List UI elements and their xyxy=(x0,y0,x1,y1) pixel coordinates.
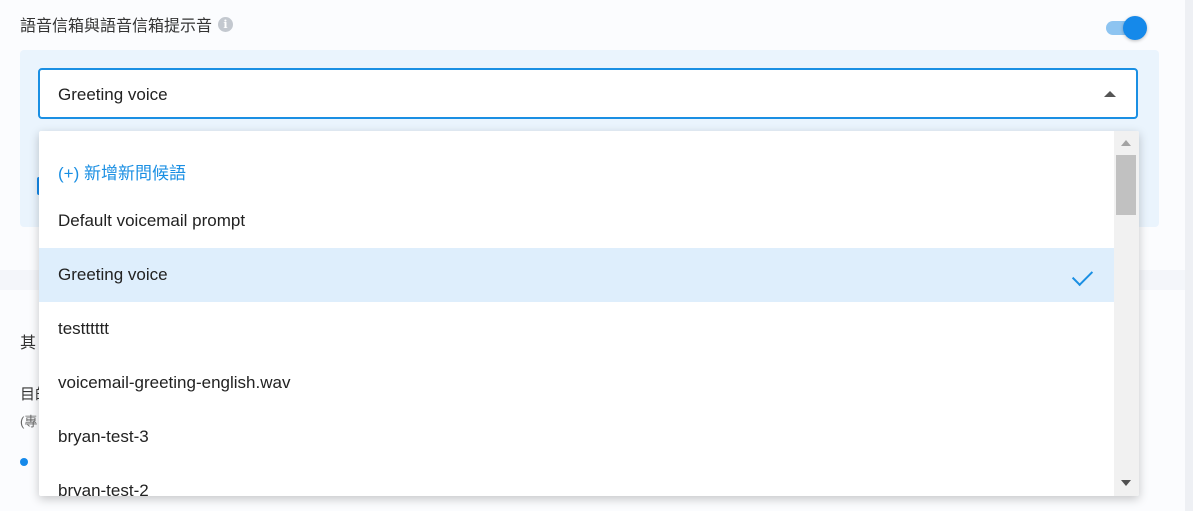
greeting-select-value: Greeting voice xyxy=(58,85,168,104)
info-icon[interactable]: i xyxy=(218,16,234,32)
dropdown-option-label: Greeting voice xyxy=(58,265,168,284)
dropdown-option-selected[interactable]: Greeting voice xyxy=(39,248,1114,302)
add-greeting-option[interactable]: (+) 新增新問候語 xyxy=(39,144,1114,198)
page-scrollbar-track[interactable] xyxy=(1185,0,1193,511)
section-title: 語音信箱與語音信箱提示音 i xyxy=(20,12,234,36)
greeting-dropdown-menu: (+) 新增新問候語 Default voicemail prompt Gree… xyxy=(39,131,1139,496)
scrollbar-thumb[interactable] xyxy=(1116,155,1136,215)
scroll-up-icon[interactable] xyxy=(1121,140,1131,146)
chevron-up-icon xyxy=(1104,91,1116,97)
dropdown-option[interactable]: voicemail-greeting-english.wav xyxy=(39,356,1114,410)
section-title-label: 語音信箱與語音信箱提示音 xyxy=(20,18,213,35)
voicemail-toggle[interactable] xyxy=(1106,16,1147,40)
target-note: (專 xyxy=(20,414,38,429)
dropdown-option[interactable]: testttttt xyxy=(39,302,1114,356)
dropdown-option[interactable]: bryan-test-3 xyxy=(39,410,1114,464)
dropdown-option[interactable]: bryan-test-2 xyxy=(39,464,1114,496)
scroll-down-icon[interactable] xyxy=(1121,480,1131,486)
dropdown-list: (+) 新增新問候語 Default voicemail prompt Gree… xyxy=(39,131,1114,496)
dropdown-option[interactable]: Default voicemail prompt xyxy=(39,194,1114,248)
radio-dot[interactable] xyxy=(20,458,28,466)
check-icon xyxy=(1071,264,1094,287)
greeting-select[interactable]: Greeting voice xyxy=(38,68,1138,119)
other-section-heading: 其 xyxy=(20,335,37,352)
toggle-knob xyxy=(1123,16,1147,40)
dropdown-scrollbar[interactable] xyxy=(1114,131,1139,496)
